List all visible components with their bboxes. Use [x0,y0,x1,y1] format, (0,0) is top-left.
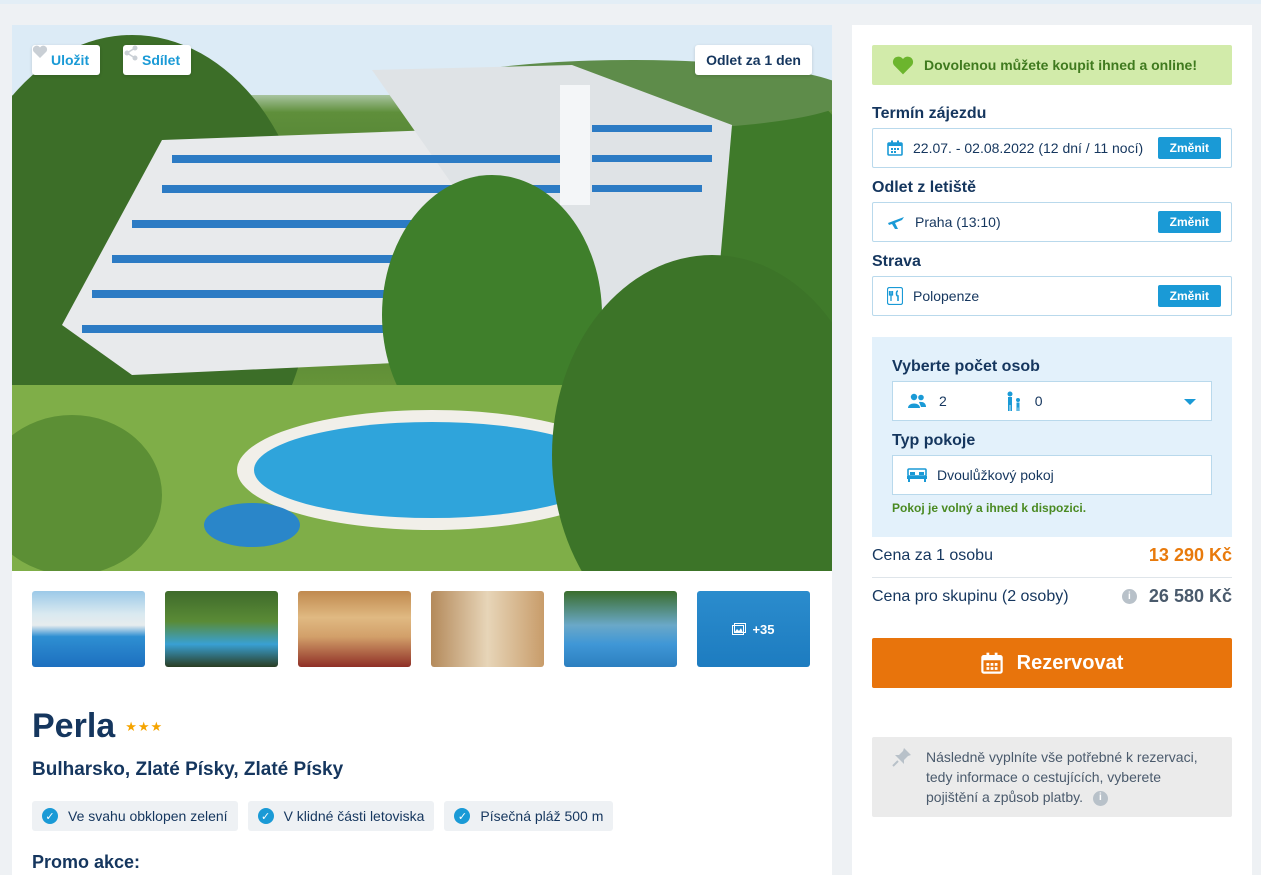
hotel-tag-label: Ve svahu obklopen zelení [68,808,228,824]
children-count: 0 [1005,391,1043,411]
heart-icon [892,56,914,75]
hotel-title: Perla ★★★ [32,707,163,746]
hotel-stars: ★★★ [125,718,164,734]
promo-heading: Promo akce: [32,852,141,872]
adults-count: 2 [907,393,947,409]
gallery-thumbnail[interactable] [431,591,544,667]
hotel-photo-illustration [12,25,832,571]
info-icon[interactable]: i [1121,589,1137,604]
price-divider [872,577,1232,578]
change-board-button[interactable]: Změnit [1157,285,1221,307]
term-value: 22.07. - 02.08.2022 (12 dní / 11 nocí) [913,140,1144,156]
persons-selector-box: Vyberte počet osob 2 0 Typ pokoje Dvoulů… [872,337,1232,537]
children-icon [1005,391,1023,411]
online-purchase-banner: Dovolenou můžete koupit ihned a online! [872,45,1232,85]
hotel-location: Bulharsko, Zlaté Písky, Zlaté Písky [32,759,344,780]
pin-icon [892,747,912,772]
room-type-value: Dvoulůžkový pokoj [937,467,1054,483]
airplane-icon [887,214,905,230]
price-group: Cena pro skupinu (2 osoby) i 26 580 Kč [872,586,1232,607]
hotel-tag-label: Písečná pláž 500 m [480,808,604,824]
hotel-name: Perla [32,707,116,745]
price-group-label: Cena pro skupinu (2 osoby) [872,587,1069,605]
bed-icon [907,468,927,482]
board-label: Strava [872,253,921,270]
gallery-thumbnail[interactable] [298,591,411,667]
reservation-info-note: Následně vyplníte vše potřebné k rezerva… [872,737,1232,817]
hotel-tag: ✓ Písečná pláž 500 m [444,801,614,831]
gallery-more-button[interactable]: +35 [697,591,810,667]
change-flight-button[interactable]: Změnit [1157,211,1221,233]
reserve-label: Rezervovat [1016,651,1124,674]
check-icon: ✓ [42,808,58,824]
photo-gallery-icon [732,623,747,635]
departure-label: Odlet za 1 den [706,52,801,68]
gallery-thumbnail[interactable] [32,591,145,667]
gallery-thumbnail[interactable] [165,591,278,667]
calendar-icon [887,140,903,156]
price-group-value-wrap: i 26 580 Kč [1121,586,1232,607]
reserve-button[interactable]: Rezervovat [872,638,1232,688]
room-type-select[interactable]: Dvoulůžkový pokoj [892,455,1212,495]
booking-panel: Dovolenou můžete koupit ihned a online! … [852,25,1252,875]
chevron-down-icon[interactable] [1183,393,1197,409]
flight-value: Praha (13:10) [915,214,1001,230]
price-per-person-label: Cena za 1 osobu [872,546,993,564]
term-label: Termín zájezdu [872,105,987,122]
board-value: Polopenze [913,288,980,304]
hotel-tag: ✓ V klidné části letoviska [247,801,435,831]
persons-label: Vyberte počet osob [892,358,1040,375]
calendar-icon [980,652,1003,674]
availability-note: Pokoj je volný a ihned k dispozici. [892,501,1087,515]
check-icon: ✓ [454,808,471,824]
hero-image[interactable]: Uložit Sdílet Odlet za 1 den [12,25,832,571]
adults-icon [907,393,927,409]
share-label: Sdílet [142,52,181,68]
share-button[interactable]: Sdílet [123,45,192,75]
info-icon[interactable]: i [1092,790,1108,806]
flight-field[interactable]: Praha (13:10) Změnit [872,202,1232,242]
price-per-person: Cena za 1 osobu 13 290 Kč [872,545,1232,566]
flight-label: Odlet z letiště [872,179,977,196]
hotel-tag: ✓ Ve svahu obklopen zelení [32,801,238,831]
check-icon: ✓ [257,808,274,824]
children-value: 0 [1034,393,1043,409]
room-type-label: Typ pokoje [892,432,976,449]
hotel-detail: Uložit Sdílet Odlet za 1 den +35 Perla ★… [12,25,832,875]
cutlery-icon [887,287,903,305]
save-button[interactable]: Uložit [32,45,101,75]
banner-text: Dovolenou můžete koupit ihned a online! [924,57,1198,73]
hotel-tag-label: V klidné části letoviska [283,808,425,824]
departure-badge: Odlet za 1 den [695,45,812,75]
gallery-thumbnails: +35 [32,591,810,667]
board-field[interactable]: Polopenze Změnit [872,276,1232,316]
save-label: Uložit [51,52,90,68]
persons-select[interactable]: 2 0 [892,381,1212,421]
change-term-button[interactable]: Změnit [1157,137,1221,159]
top-border [0,0,1261,4]
hotel-tags: ✓ Ve svahu obklopen zelení ✓ V klidné čá… [32,801,614,831]
gallery-more-count: +35 [752,621,775,637]
price-per-person-value: 13 290 Kč [1148,545,1232,565]
price-group-value: 26 580 Kč [1148,586,1232,606]
adults-value: 2 [939,393,947,409]
note-text: Následně vyplníte vše potřebné k rezerva… [926,749,1198,805]
gallery-thumbnail[interactable] [564,591,677,667]
term-field[interactable]: 22.07. - 02.08.2022 (12 dní / 11 nocí) Z… [872,128,1232,168]
